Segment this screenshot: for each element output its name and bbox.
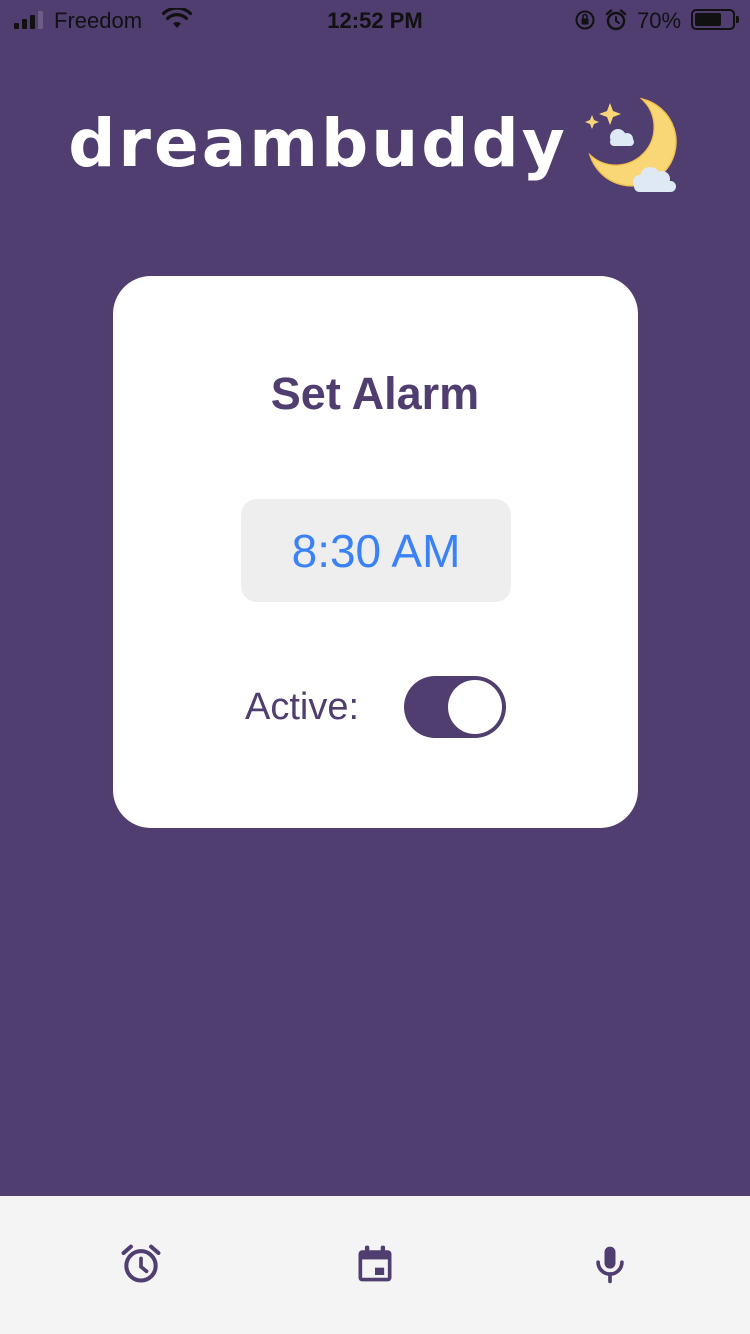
calendar-icon [358, 1245, 392, 1282]
status-bar: Freedom 12:52 PM 70% [0, 0, 750, 40]
active-label: Active: [245, 686, 360, 728]
alarm-clock-icon [121, 1244, 161, 1283]
card-title: Set Alarm [270, 368, 480, 419]
alarm-time-value: 8:30 AM [291, 524, 461, 577]
alarm-time-picker[interactable]: 8:30 AM [241, 499, 511, 602]
alarm-icon [604, 8, 628, 38]
toggle-knob [448, 680, 502, 734]
moon-stars-clouds-icon [584, 97, 677, 192]
microphone-icon [596, 1246, 624, 1284]
logo-text: dreambuddy [68, 104, 568, 182]
nav-mic-button[interactable] [586, 1240, 634, 1288]
battery-percent: 70% [637, 8, 682, 33]
active-toggle[interactable] [404, 676, 506, 738]
bottom-nav [0, 1196, 750, 1334]
orientation-lock-icon [574, 9, 596, 37]
nav-alarm-button[interactable] [117, 1240, 165, 1288]
screen: Freedom 12:52 PM 70% dreambuddy Set Alar… [0, 0, 750, 1334]
battery-icon [691, 9, 739, 30]
app-logo: dreambuddy [0, 88, 750, 198]
nav-calendar-button[interactable] [351, 1240, 399, 1288]
